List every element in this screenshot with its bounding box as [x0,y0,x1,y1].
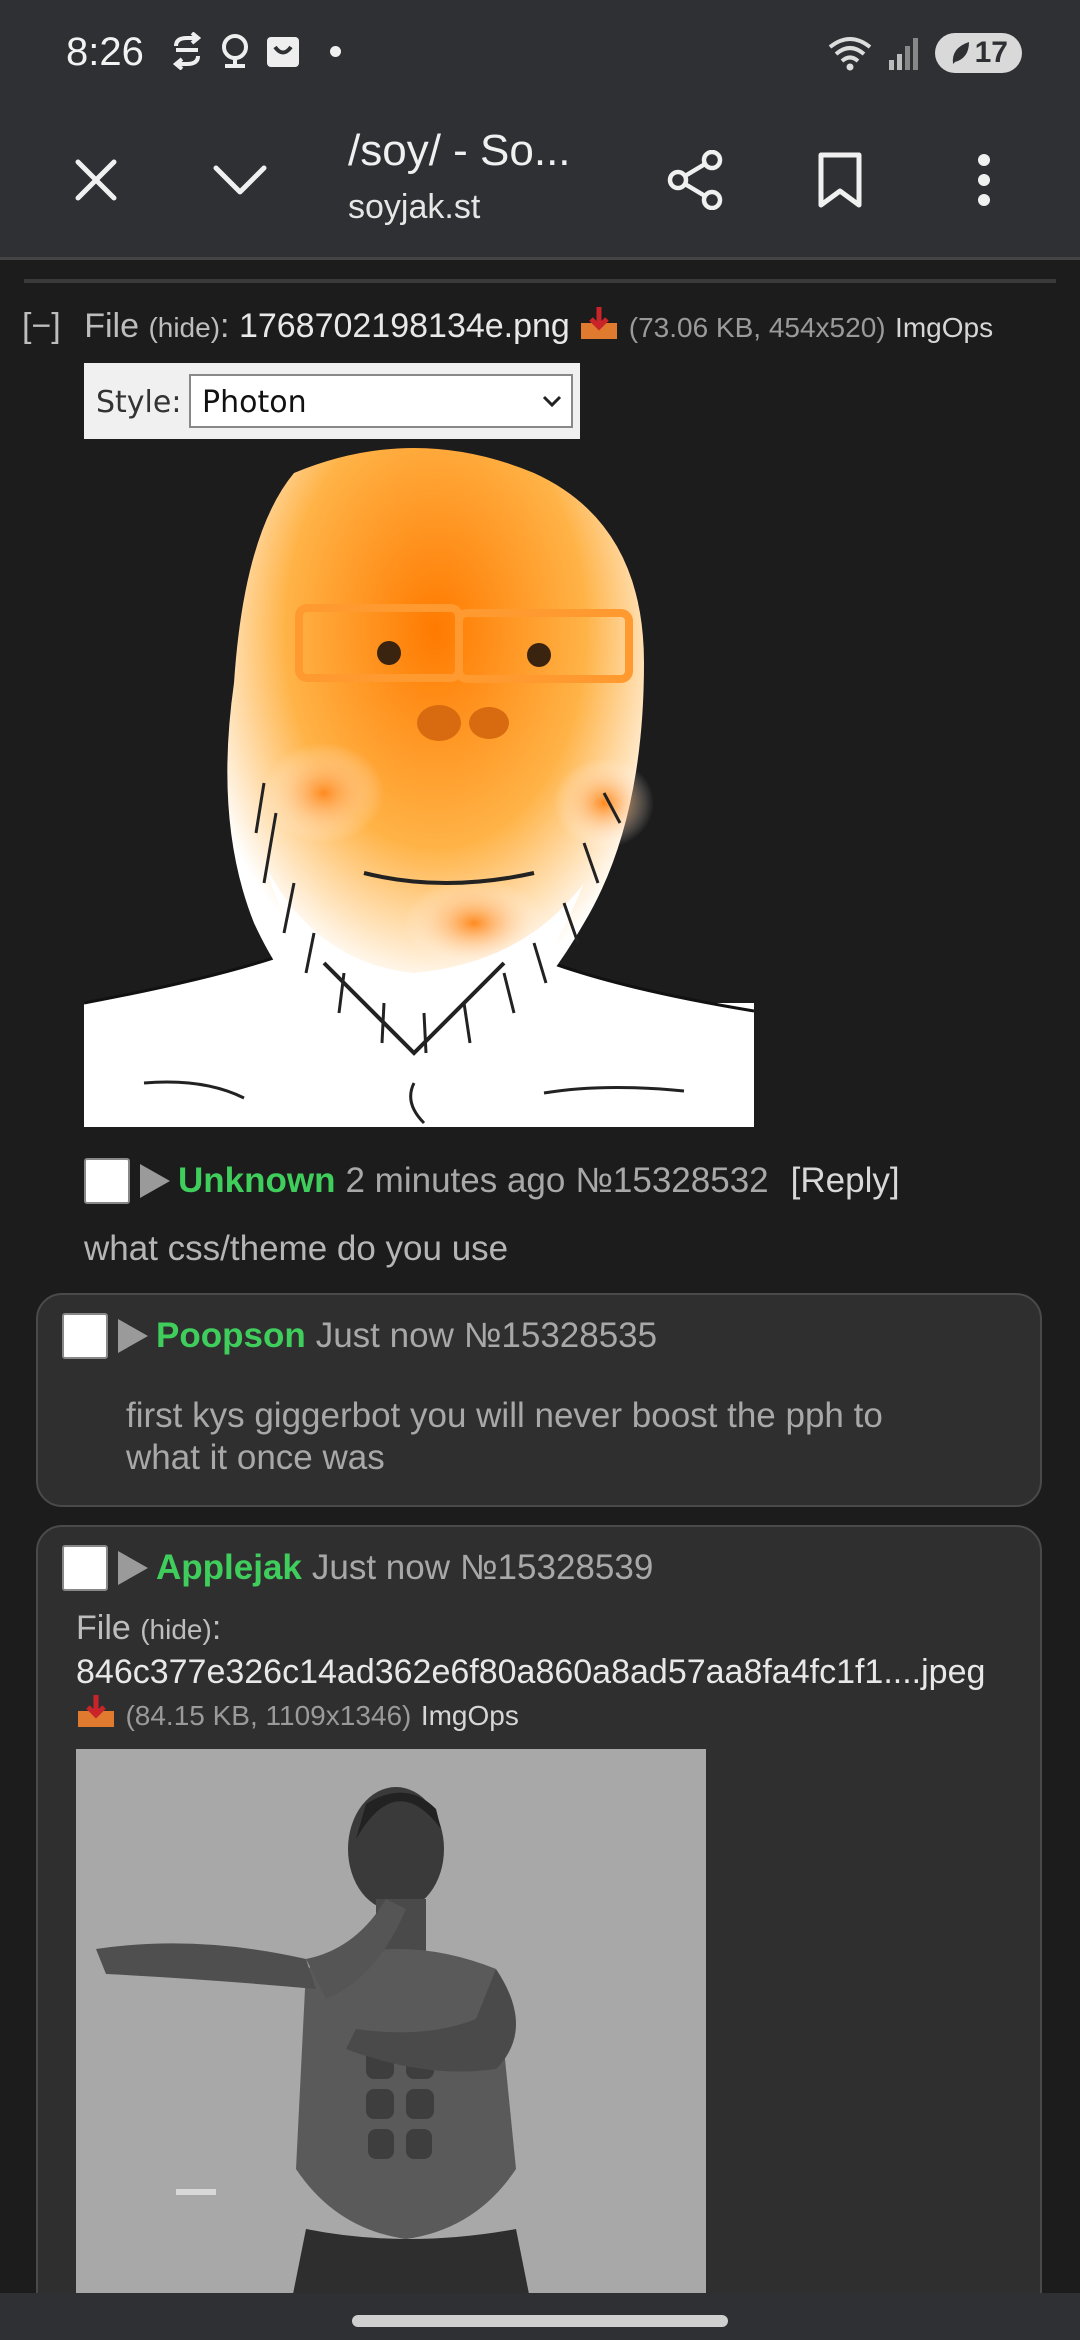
signal-icon [888,38,918,70]
file-meta: (84.15 KB, 1109x1346) [125,1700,412,1731]
post-time: 2 minutes ago [345,1161,566,1200]
file-meta: (73.06 KB, 454x520) [628,312,886,343]
page-title: /soy/ - So... [348,126,571,175]
collapse-toggle[interactable]: [−] [22,307,61,345]
post-select-checkbox[interactable] [62,1313,108,1359]
op-post-body: what css/theme do you use [84,1229,509,1268]
style-select-value: Photon [202,385,307,420]
poster-name: Poopson [156,1316,306,1355]
file-name-link[interactable]: 1768702198134e.png [239,307,570,345]
gigachad-image [76,1749,706,2293]
op-image[interactable]: Style: Photon [83,363,755,1127]
close-button[interactable] [56,140,136,220]
browser-toolbar: /soy/ - So... soyjak.st [0,100,1080,260]
bookmark-icon [818,152,862,208]
divider [24,279,1056,283]
shopping-bag-icon [267,37,299,67]
reply-post-header: Poopson Just now №15328535 [62,1313,657,1359]
close-icon [75,159,117,201]
post-time: Just now [315,1316,454,1355]
post-menu-triangle-icon[interactable] [118,1551,148,1585]
status-icons-left [168,32,341,70]
page-url: soyjak.st [348,188,481,226]
reply-link[interactable]: [Reply] [791,1161,900,1201]
hide-file-link[interactable]: (hide) [140,1614,212,1645]
status-time: 8:26 [66,30,144,74]
thread-content[interactable]: [−] File (hide): 1768702198134e.png (73.… [0,263,1080,2293]
reply-image[interactable] [76,1749,706,2293]
leaf-icon [952,42,969,64]
reply-file-info: File (hide): 846c377e326c14ad362e6f80a86… [76,1607,985,1737]
share-button[interactable] [656,140,736,220]
post-number-link[interactable]: №15328539 [460,1548,653,1588]
reply-post: Applejak Just now №15328539 File (hide):… [36,1525,1042,2293]
reply-body-line: what it once was [126,1438,385,1477]
imgops-link[interactable]: ImgOps [421,1700,519,1731]
chevron-down-icon [213,165,267,195]
bookmark-button[interactable] [800,140,880,220]
file-name-link[interactable]: 846c377e326c14ad362e6f80a860a8ad57aa8fa4… [76,1653,985,1691]
file-label: File [76,1609,141,1647]
more-vert-icon [978,154,990,206]
home-gesture-handle[interactable] [352,2315,728,2327]
file-colon: : [220,307,239,345]
system-nav-bar [0,2293,1080,2340]
post-select-checkbox[interactable] [62,1545,108,1591]
reply-post-header: Applejak Just now №15328539 [62,1545,653,1591]
status-bar: 8:26 17 [0,0,1080,100]
battery-icon: 17 [934,33,1022,73]
battery-level: 17 [974,36,1008,69]
post-time: Just now [311,1548,451,1587]
style-label: Style: [96,385,181,420]
hide-file-link[interactable]: (hide) [148,312,220,343]
reply-post-body: first kys giggerbot you will never boost… [126,1395,883,1479]
post-number-link[interactable]: №15328532 [575,1161,768,1201]
reply-post: Poopson Just now №15328535 first kys gig… [36,1293,1042,1507]
post-menu-triangle-icon[interactable] [118,1319,148,1353]
notification-dot [330,45,341,57]
soyjak-image: Style: Photon [83,363,755,1127]
more-options-button[interactable] [944,140,1024,220]
status-icons-right: 17 [827,33,1022,73]
share-icon [667,150,723,210]
poster-name: Unknown [178,1161,336,1200]
file-colon: : [211,1609,222,1647]
imgops-link[interactable]: ImgOps [895,312,993,343]
post-select-checkbox[interactable] [84,1158,130,1204]
post-number-link[interactable]: №15328535 [464,1316,657,1356]
download-icon[interactable] [76,1693,116,1729]
expand-button[interactable] [200,140,280,220]
post-menu-triangle-icon[interactable] [140,1164,170,1198]
download-icon[interactable] [579,305,619,341]
poster-name: Applejak [156,1548,302,1587]
file-label: File [84,307,149,345]
account-icon [222,34,248,68]
op-file-info: [−] File (hide): 1768702198134e.png (73.… [22,305,993,346]
sync-icon [172,32,202,70]
op-post-header: Unknown 2 minutes ago №15328532 [Reply] [84,1158,900,1204]
reply-body-line: first kys giggerbot you will never boost… [126,1396,883,1435]
wifi-icon [828,37,871,71]
